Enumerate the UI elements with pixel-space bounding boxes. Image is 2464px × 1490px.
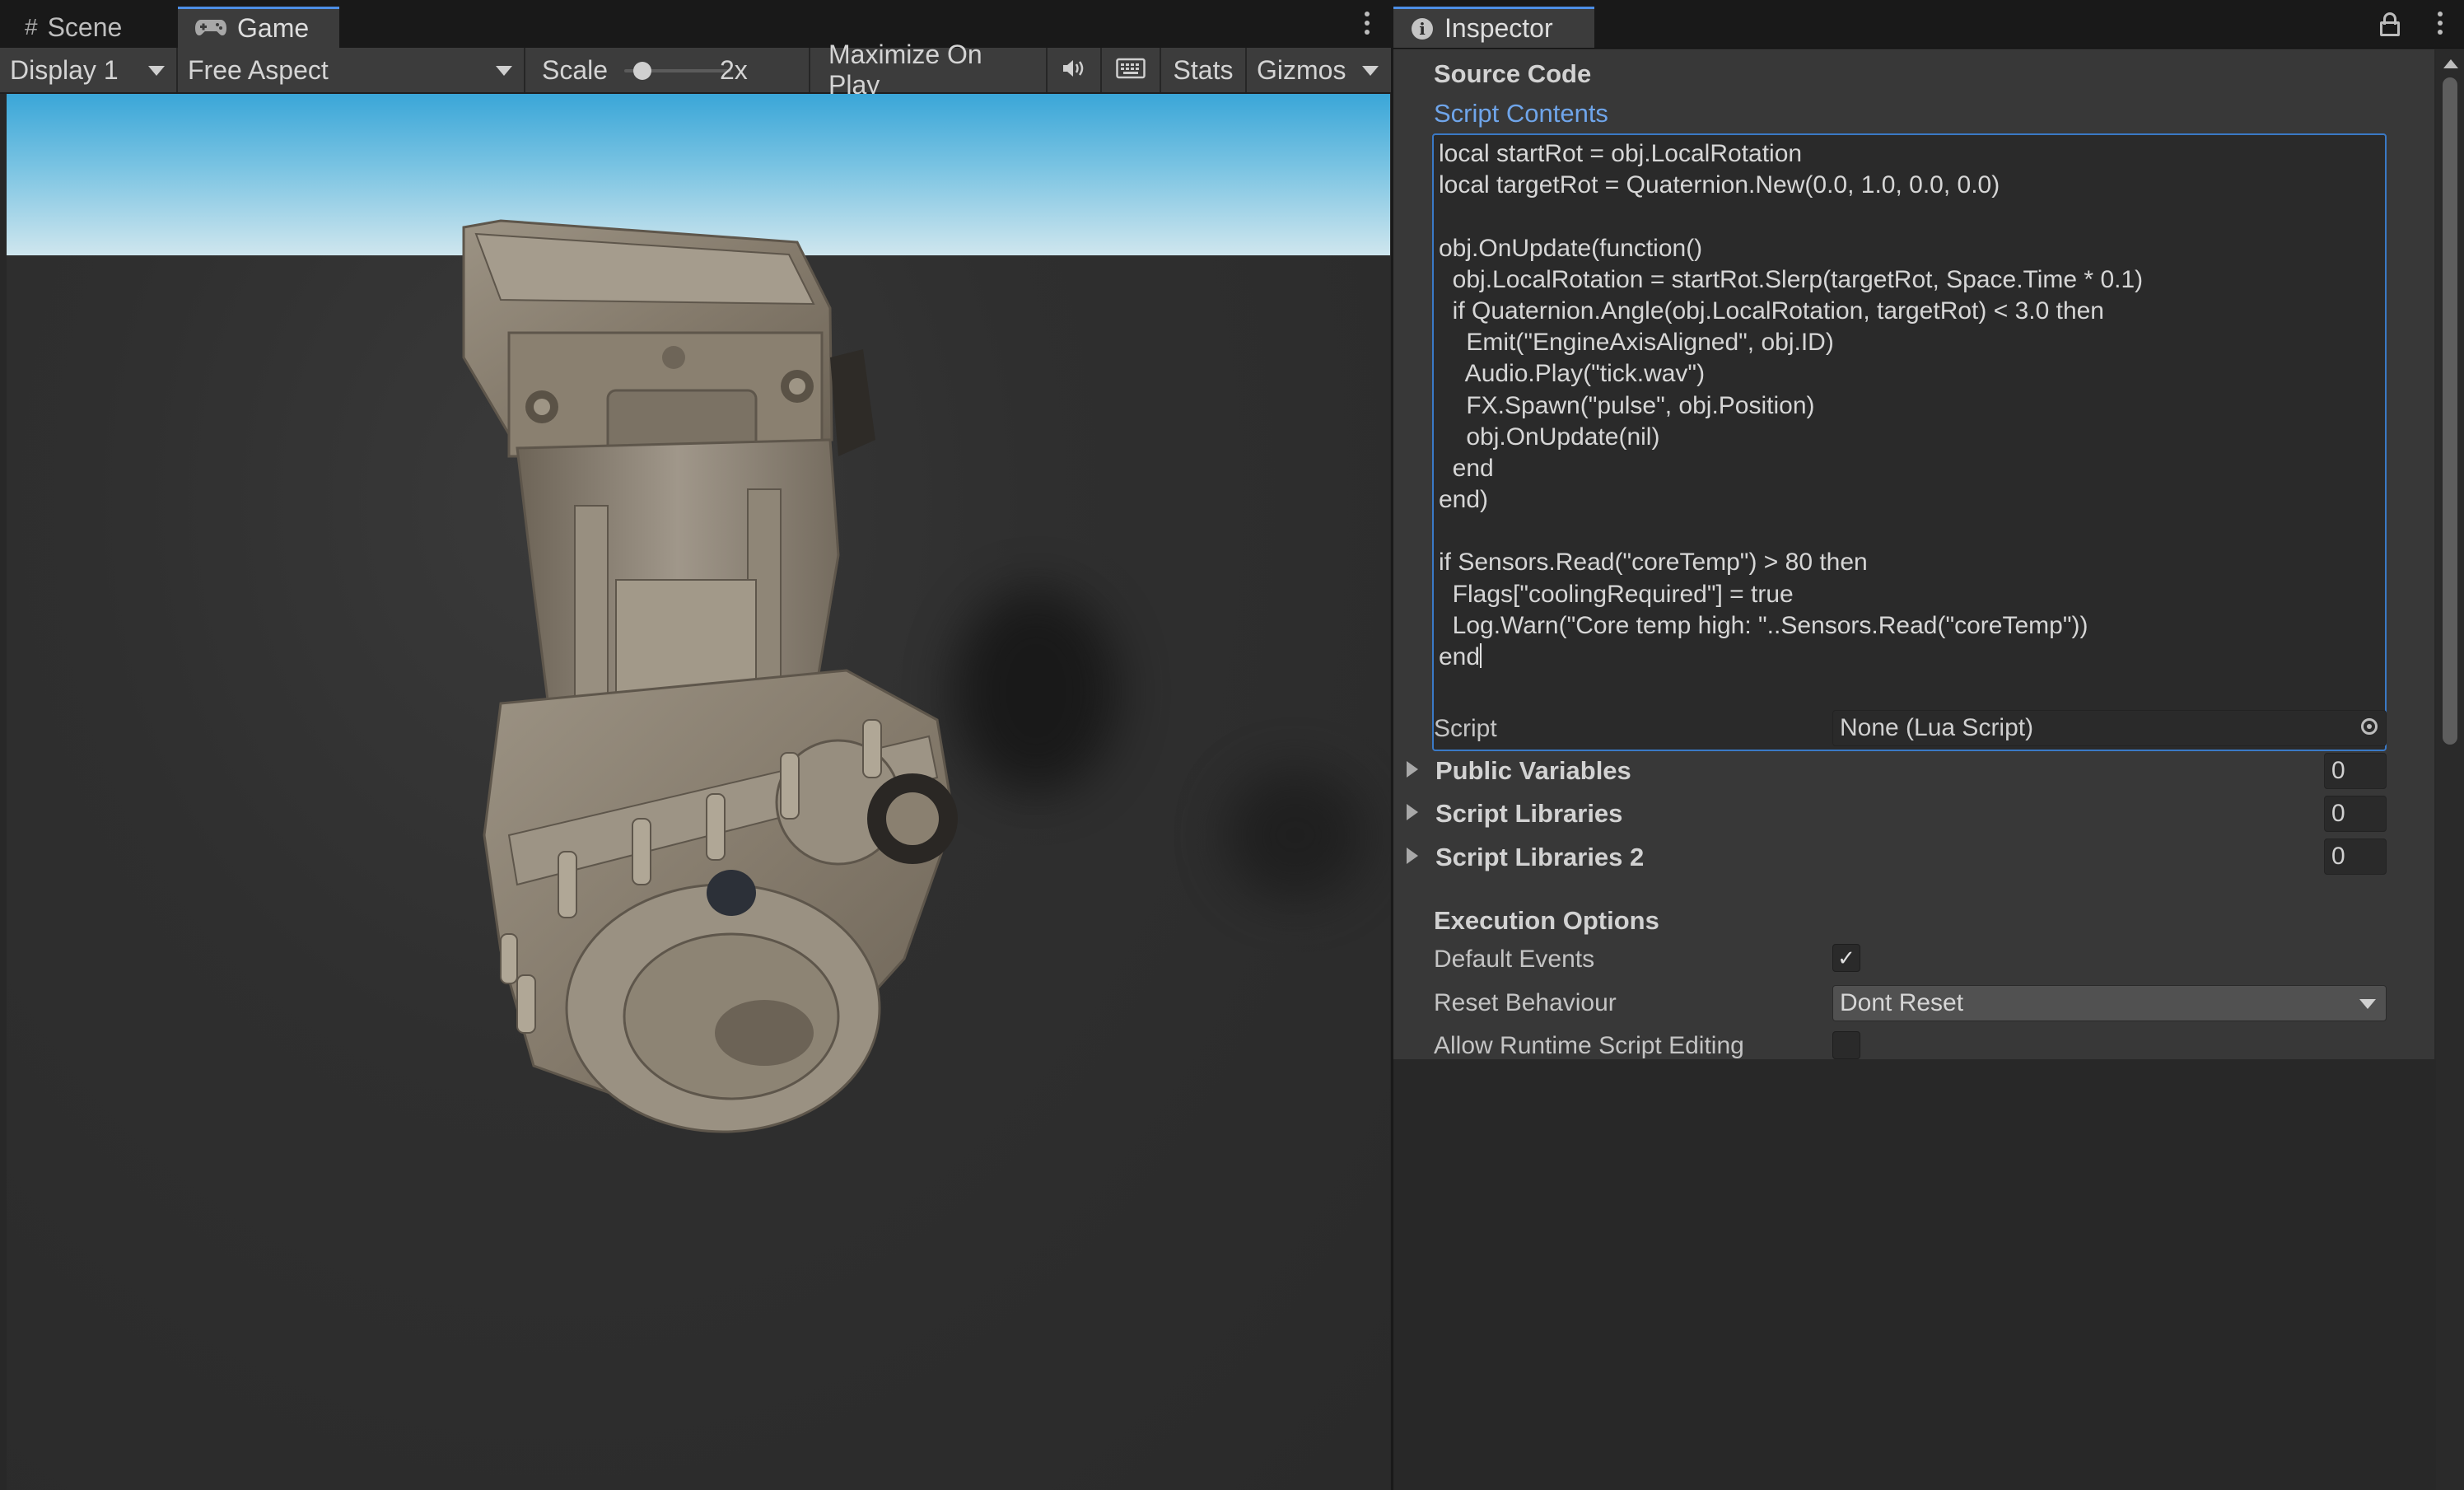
script-libraries-2-count: 0: [2331, 843, 2345, 870]
code-line: local startRot = obj.LocalRotation: [1439, 140, 1803, 167]
game-viewport[interactable]: [7, 94, 1390, 1490]
engine-model: [462, 219, 958, 1133]
scale-value: 2x: [720, 54, 748, 85]
reset-behaviour-label: Reset Behaviour: [1434, 989, 1617, 1016]
execution-options-header: Execution Options: [1434, 906, 1659, 935]
display-dropdown[interactable]: Display 1: [0, 48, 178, 92]
checkmark-icon: ✓: [1837, 945, 1855, 970]
scale-label: Scale: [542, 54, 609, 85]
source-code-header: Source Code: [1434, 59, 1592, 88]
inspector-menu-icon[interactable]: [2438, 12, 2443, 35]
inspector-panel: i Inspector Source Code Script Contents …: [1393, 0, 2464, 1490]
code-line: Log.Warn("Core temp high: "..Sensors.Rea…: [1439, 611, 2088, 639]
public-variables-count: 0: [2331, 757, 2345, 784]
public-variables-foldout[interactable]: Public Variables: [1435, 756, 1631, 786]
script-contents-label: Script Contents: [1434, 99, 1608, 128]
allow-runtime-label: Allow Runtime Script Editing: [1434, 1032, 1744, 1059]
code-line: Flags["coolingRequired"] = true: [1439, 580, 1794, 608]
aspect-dropdown[interactable]: Free Aspect: [178, 48, 525, 92]
grid-hash-icon: #: [25, 14, 38, 40]
maximize-on-play-label: Maximize On Play: [828, 40, 982, 100]
code-line: obj.OnUpdate(function(): [1439, 234, 1703, 262]
code-line: if Quaternion.Angle(obj.LocalRotation, t…: [1439, 297, 2104, 325]
code-line: end: [1439, 454, 1494, 482]
code-line: obj.OnUpdate(nil): [1439, 423, 1660, 451]
scrollbar-thumb[interactable]: [2443, 77, 2457, 745]
chevron-down-icon: [148, 66, 165, 76]
game-panel-menu-icon[interactable]: [1365, 12, 1370, 35]
allow-runtime-checkbox[interactable]: [1832, 1031, 1860, 1059]
chevron-down-icon: [2359, 999, 2376, 1009]
script-label: Script: [1434, 715, 1497, 742]
script-object-field[interactable]: None (Lua Script): [1832, 710, 2387, 746]
object-picker-icon[interactable]: [2361, 718, 2378, 735]
scale-control: Scale 2x: [525, 48, 810, 92]
lock-icon[interactable]: [2380, 12, 2400, 36]
code-line: Emit("EngineAxisAligned", obj.ID): [1439, 329, 1834, 357]
aspect-label: Free Aspect: [188, 54, 329, 85]
code-line: end: [1439, 643, 1482, 670]
code-line: FX.Spawn("pulse", obj.Position): [1439, 391, 1815, 419]
script-libraries-foldout[interactable]: Script Libraries: [1435, 799, 1622, 829]
chevron-down-icon: [1362, 66, 1379, 76]
game-tabbar: # Scene Game: [0, 0, 1391, 49]
text-caret: [1480, 643, 1482, 668]
script-value: None (Lua Script): [1840, 714, 2034, 741]
display-label: Display 1: [10, 54, 119, 85]
inspector-empty-area: [1393, 1059, 2434, 1490]
gizmos-label: Gizmos: [1257, 54, 1346, 85]
tab-inspector[interactable]: i Inspector: [1393, 7, 1594, 48]
tab-game-label: Game: [237, 13, 310, 43]
default-events-label: Default Events: [1434, 946, 1595, 973]
speaker-icon: [1062, 55, 1086, 86]
stats-button[interactable]: Stats: [1161, 48, 1247, 92]
keyboard-icon: [1116, 55, 1146, 86]
gamepad-icon: [194, 13, 227, 44]
mute-audio-button[interactable]: [1048, 48, 1102, 92]
script-contents-editor[interactable]: local startRot = obj.LocalRotation local …: [1432, 133, 2387, 751]
info-icon: i: [1412, 17, 1433, 40]
tab-inspector-label: Inspector: [1444, 13, 1553, 43]
gizmos-dropdown[interactable]: Gizmos: [1247, 48, 1390, 92]
tab-scene[interactable]: # Scene: [8, 7, 138, 48]
code-line: if Sensors.Read("coreTemp") > 80 then: [1439, 549, 1868, 577]
inspector-scrollbar[interactable]: [2436, 49, 2464, 1490]
scroll-up-arrow-icon[interactable]: [2443, 59, 2458, 68]
foldout-arrow-icon[interactable]: [1407, 848, 1418, 864]
script-libraries-2-size-field[interactable]: 0: [2324, 838, 2387, 875]
game-panel: # Scene Game Display 1 Free Aspect Scale…: [0, 0, 1391, 1490]
reset-behaviour-value: Dont Reset: [1840, 989, 1964, 1016]
game-toolbar: Display 1 Free Aspect Scale 2x Maximize …: [0, 40, 1391, 100]
script-libraries-2-foldout[interactable]: Script Libraries 2: [1435, 843, 1644, 872]
tab-game[interactable]: Game: [178, 7, 339, 48]
script-libraries-size-field[interactable]: 0: [2324, 796, 2387, 832]
foldout-arrow-icon[interactable]: [1407, 761, 1418, 778]
chevron-down-icon: [496, 66, 512, 76]
inspector-content: Source Code Script Contents local startR…: [1393, 49, 2434, 1059]
foldout-arrow-icon[interactable]: [1407, 804, 1418, 820]
code-line: Audio.Play("tick.wav"): [1439, 360, 1706, 388]
default-events-checkbox[interactable]: ✓: [1832, 944, 1860, 972]
tab-scene-label: Scene: [47, 12, 123, 42]
maximize-on-play-toggle[interactable]: Maximize On Play: [810, 40, 1048, 100]
scale-slider-handle[interactable]: [632, 62, 651, 80]
stats-label: Stats: [1173, 54, 1234, 85]
public-variables-size-field[interactable]: 0: [2324, 753, 2387, 789]
reset-behaviour-dropdown[interactable]: Dont Reset: [1832, 985, 2387, 1021]
shortcuts-button[interactable]: [1102, 48, 1161, 92]
code-line: local targetRot = Quaternion.New(0.0, 1.…: [1439, 171, 2000, 199]
script-libraries-count: 0: [2331, 800, 2345, 827]
inspector-tabbar: i Inspector: [1393, 0, 2464, 49]
code-line: end): [1439, 486, 1489, 514]
code-line: obj.LocalRotation = startRot.Slerp(targe…: [1439, 265, 2144, 293]
